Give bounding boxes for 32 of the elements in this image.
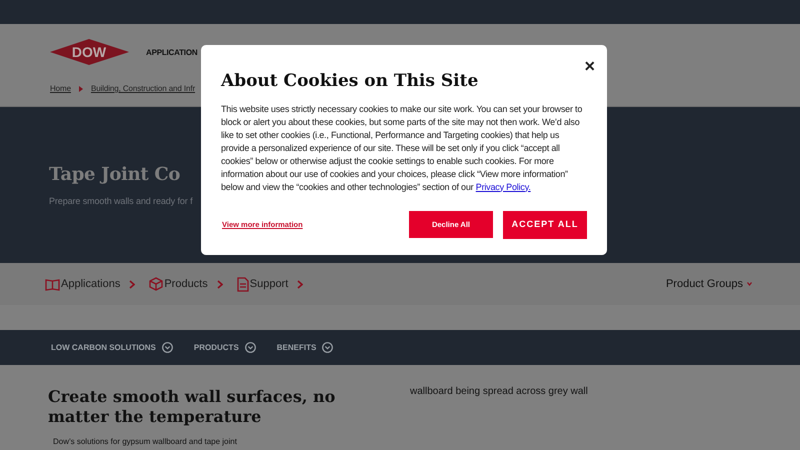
image-alt-text: wallboard being spread across grey wall: [410, 385, 588, 399]
category-nav-link[interactable]: Products: [149, 276, 223, 292]
close-button[interactable]: ×: [584, 57, 595, 75]
section-body: Dow’s solutions for gypsum wallboard and tape joint: [53, 437, 238, 447]
chevron-right-icon: [297, 280, 304, 288]
logo[interactable]: DOW: [50, 39, 129, 66]
section-tab[interactable]: BENEFITS: [276, 342, 334, 354]
chevron-down-circle-icon: [244, 342, 256, 353]
breadcrumb-separator-icon: [78, 86, 83, 92]
caret-icon: [747, 282, 752, 286]
breadcrumb-link[interactable]: Building, Construction and Infr: [90, 83, 196, 95]
category-nav-link[interactable]: Applications: [45, 276, 136, 292]
hero-title: Tape Joint Co: [49, 163, 180, 187]
section-tab[interactable]: LOW CARBON SOLUTIONS: [51, 342, 173, 354]
product-groups-dropdown[interactable]: Product Groups: [666, 276, 752, 292]
category-nav-link[interactable]: Support: [236, 276, 304, 292]
dialog-title: About Cookies on This Site: [221, 70, 480, 93]
accept-all-button[interactable]: ACCEPT ALL: [503, 210, 587, 238]
hero-subtitle: Prepare smooth walls and ready for f: [49, 195, 192, 208]
box-icon: [149, 277, 164, 291]
section-heading: Create smooth wall surfaces, no matter the temperature: [48, 387, 336, 427]
document-icon: [236, 276, 249, 292]
chevron-down-circle-icon: [322, 342, 334, 353]
nav-link[interactable]: APPLICATION: [146, 46, 198, 58]
book-icon: [45, 278, 60, 290]
breadcrumb-link[interactable]: Home: [50, 83, 71, 95]
dialog-body: This website uses strictly necessary cookies to make our site work. You can set your browser to block or alert you about these cookies, but some parts of the site may not then work. We’d also like to set other cookies (i.e., Functional, Performance and Targeting cookies) that help us provide a personalized experience of our site. These will be set only if you click “accept all cookies” below or otherwise adjust the cookie settings to enable such cookies. For more information about our use of cookies and your choices, please click “View more information” below and view the “cookies and other technologies” section of our Privacy Policy.: [221, 102, 584, 194]
privacy-policy-link[interactable]: Privacy Policy.: [476, 182, 531, 192]
section-tab[interactable]: PRODUCTS: [194, 342, 256, 354]
chevron-right-icon: [129, 280, 136, 288]
chevron-down-circle-icon: [162, 342, 173, 353]
chevron-right-icon: [216, 280, 223, 288]
